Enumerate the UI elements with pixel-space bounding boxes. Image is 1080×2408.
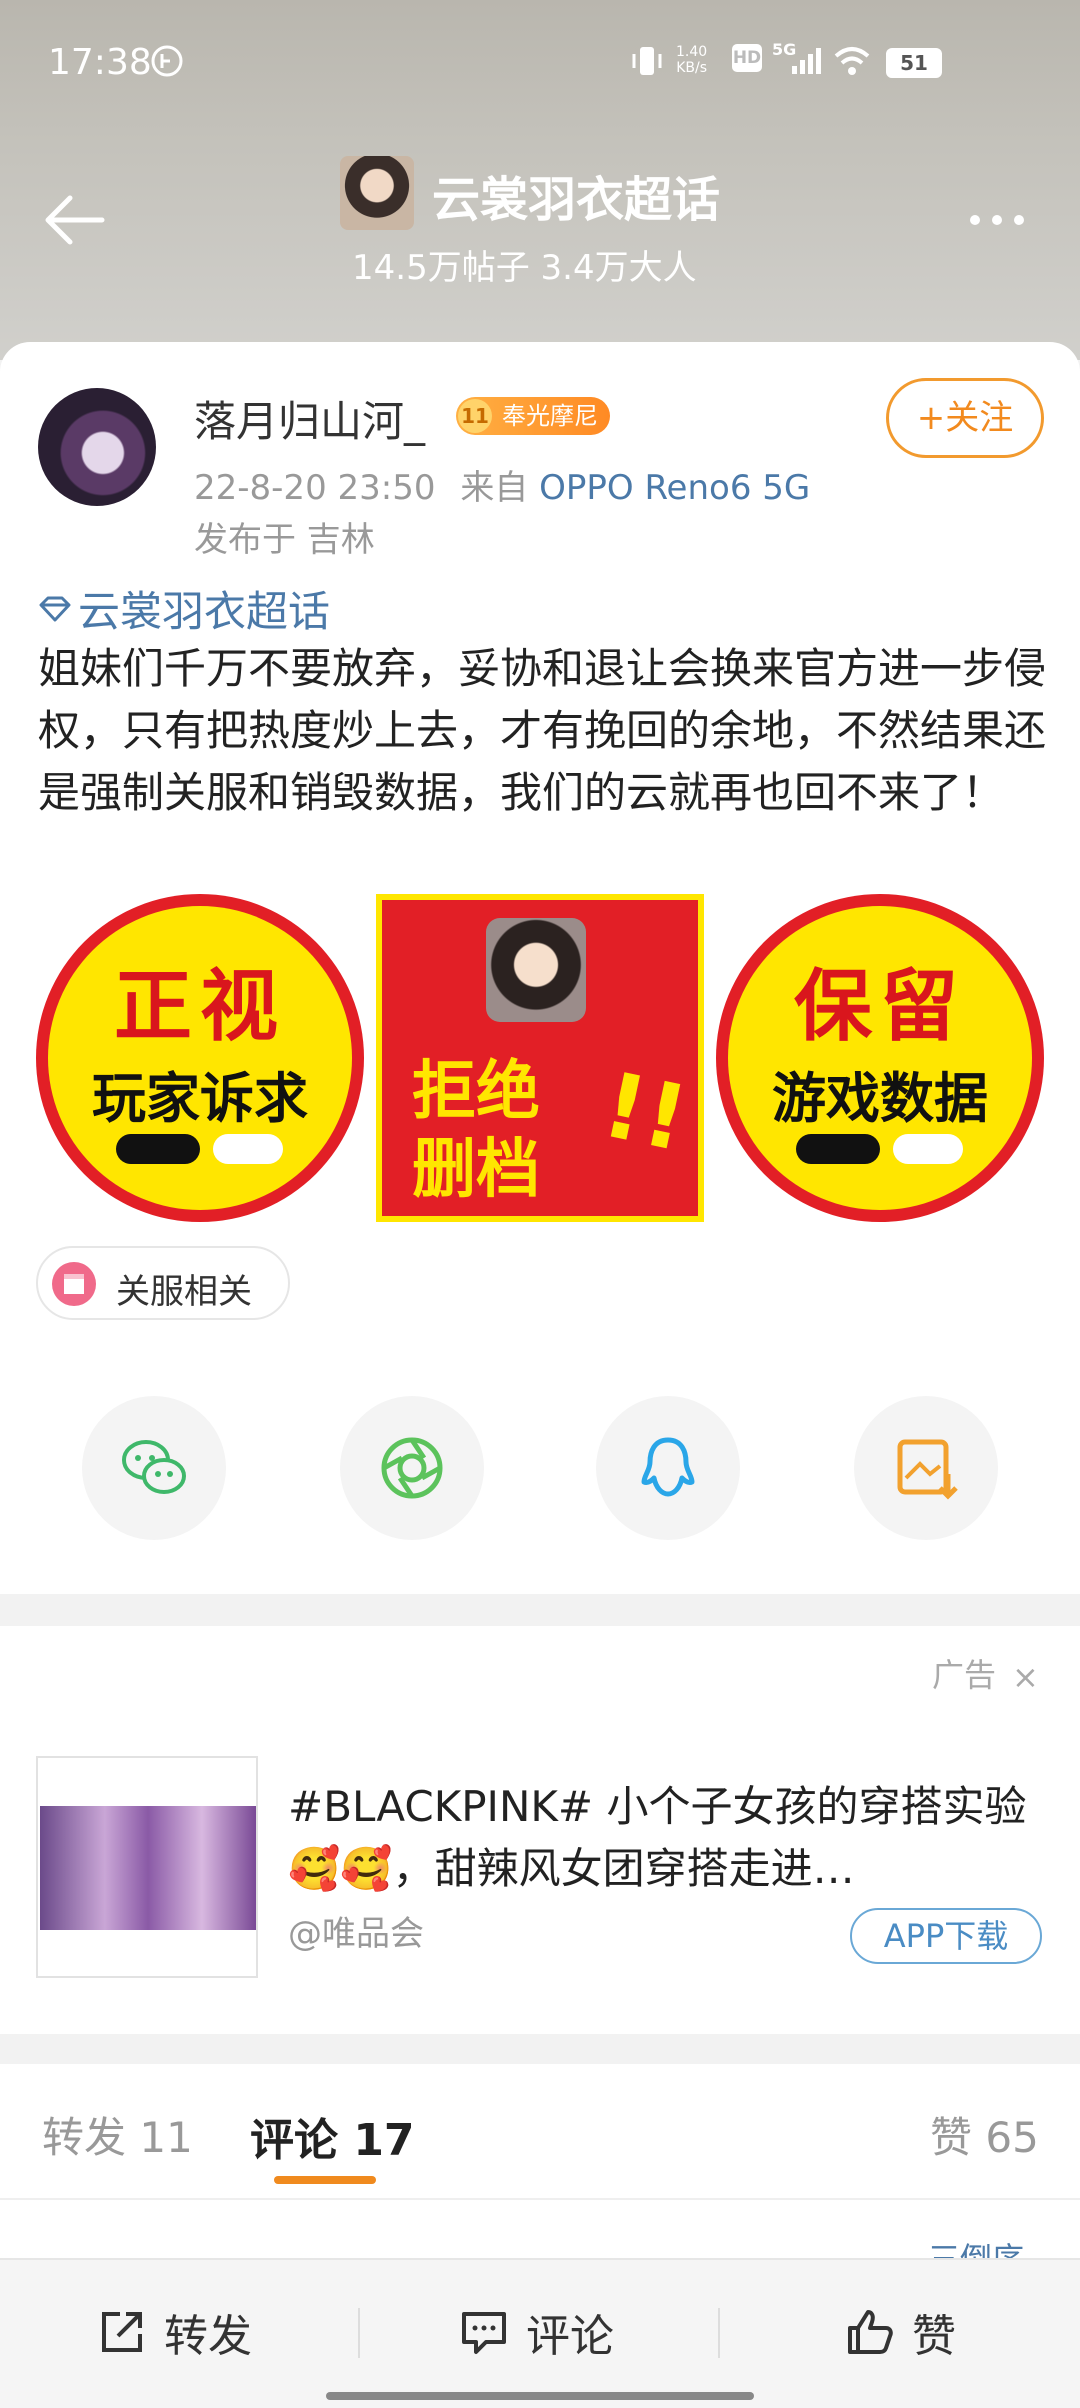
ad-thumbnail[interactable] [36, 1756, 258, 1978]
bottom-action-bar: 转发 评论 赞 [0, 2258, 1080, 2408]
post-source[interactable]: OPPO Reno6 5G [539, 468, 810, 508]
status-time: 17:38 [48, 42, 152, 83]
vibrate-icon [632, 47, 662, 75]
share-wechat-button[interactable] [82, 1396, 226, 1540]
back-arrow-icon[interactable] [40, 190, 110, 250]
wechat-icon [122, 1440, 186, 1494]
image-1-logos [116, 1134, 286, 1168]
home-indicator[interactable] [326, 2392, 754, 2400]
tab-comment[interactable]: 评论 17 [250, 2104, 415, 2168]
signal-icon [792, 48, 821, 74]
comment-label: 评论 [526, 2311, 614, 2362]
tab-like[interactable]: 赞 65 [930, 2104, 1039, 2165]
share-qq-button[interactable] [596, 1396, 740, 1540]
share-moments-button[interactable] [340, 1396, 484, 1540]
image-2-line2: 删档 [412, 1133, 540, 1207]
topic-avatar[interactable] [340, 156, 414, 230]
tag-chip[interactable]: 关服相关 [36, 1246, 290, 1320]
tab-repost[interactable]: 转发 11 [42, 2104, 193, 2165]
image-3-logos [796, 1134, 966, 1168]
image-1-line2: 玩家诉求 [92, 1067, 308, 1130]
source-prefix: 来自 [460, 468, 529, 508]
qq-icon [641, 1437, 695, 1497]
follow-button[interactable]: +关注 [886, 378, 1044, 458]
diamond-icon [39, 596, 71, 622]
net-speed-unit: KB/s [676, 60, 707, 76]
network-speed: 1.40 KB/s [676, 44, 707, 76]
post-image-2[interactable]: 拒绝 删档 !! [376, 894, 704, 1222]
ad-source: @唯品会 [288, 1914, 424, 1954]
interaction-tabs: 转发 11 评论 17 赞 65 三倒序 [0, 2064, 1080, 2278]
post-location: 发布于 吉林 [194, 520, 375, 560]
image-3-line2: 游戏数据 [772, 1067, 988, 1130]
action-divider [718, 2308, 720, 2358]
tag-icon [52, 1262, 96, 1306]
post-image-1[interactable]: 正视 玩家诉求 [36, 894, 364, 1222]
like-label: 赞 [912, 2311, 956, 2362]
repost-label: 转发 [164, 2311, 252, 2362]
save-image-button[interactable] [854, 1396, 998, 1540]
app-download-button[interactable]: APP下载 [850, 1908, 1042, 1964]
tag-label: 关服相关 [116, 1272, 252, 1312]
ad-thumbnail-image [40, 1806, 256, 1930]
battery-indicator: 51 [886, 48, 942, 78]
share-row [0, 1396, 1080, 1546]
calendar-icon [64, 1274, 84, 1294]
ad-label: 广告 [932, 1656, 997, 1694]
topic-title[interactable]: 云裳羽衣超话 [432, 160, 720, 230]
repost-icon [102, 2312, 142, 2352]
hd-badge: HD [732, 44, 762, 72]
action-divider [358, 2308, 360, 2358]
net-speed-value: 1.40 [676, 44, 708, 60]
fan-level-text: 奉光摩尼 [502, 402, 598, 430]
tab-divider [0, 2198, 1080, 2200]
topic-nav-bar: 云裳羽衣超话 14.5万帖子 3.4万大人 [0, 150, 1080, 288]
moments-icon [381, 1437, 443, 1499]
comment-icon [462, 2312, 506, 2354]
topic-link-label: 云裳羽衣超话 [78, 587, 331, 636]
author-name[interactable]: 落月归山河_ [194, 388, 425, 449]
fan-level-badge[interactable]: 11 奉光摩尼 [456, 397, 610, 435]
post-date: 22-8-20 23:50 [194, 468, 436, 508]
author-avatar[interactable] [38, 388, 156, 506]
post-image-3[interactable]: 保留 游戏数据 [716, 894, 1044, 1222]
image-2-mark: !! [593, 1052, 697, 1173]
wifi-icon [834, 47, 870, 75]
topic-stats: 14.5万帖子 3.4万大人 [352, 248, 697, 288]
notification-icon [151, 45, 183, 77]
post-meta: 22-8-20 23:50 来自 OPPO Reno6 5G [194, 460, 810, 509]
image-1-line1: 正视 [113, 962, 286, 1052]
more-options-icon[interactable] [970, 210, 1040, 230]
ad-close-icon[interactable]: × [1012, 1658, 1039, 1696]
save-image-icon [897, 1439, 958, 1500]
ad-title[interactable]: #BLACKPINK# 小个子女孩的穿搭实验 🥰🥰，甜辣风女团穿搭走进… [288, 1776, 1048, 1900]
game-icon-image [486, 918, 586, 1022]
post-body: 姐妹们千万不要放弃，妥协和退让会换来官方进一步侵权，只有把热度炒上去，才有挽回的… [38, 644, 1047, 817]
active-tab-indicator [274, 2176, 376, 2184]
topic-link[interactable]: 云裳羽衣超话 [38, 578, 330, 639]
ad-card[interactable]: 广告 × #BLACKPINK# 小个子女孩的穿搭实验 🥰🥰，甜辣风女团穿搭走进… [0, 1626, 1080, 2034]
image-3-line1: 保留 [793, 962, 966, 1052]
post-card: 落月归山河_ 11 奉光摩尼 +关注 22-8-20 23:50 来自 OPPO… [0, 342, 1080, 1594]
fan-level-number: 11 [458, 399, 492, 433]
status-bar: 17:38 1.40 KB/s HD 5G 51 [0, 0, 1080, 128]
thumbs-up-icon [848, 2310, 893, 2354]
